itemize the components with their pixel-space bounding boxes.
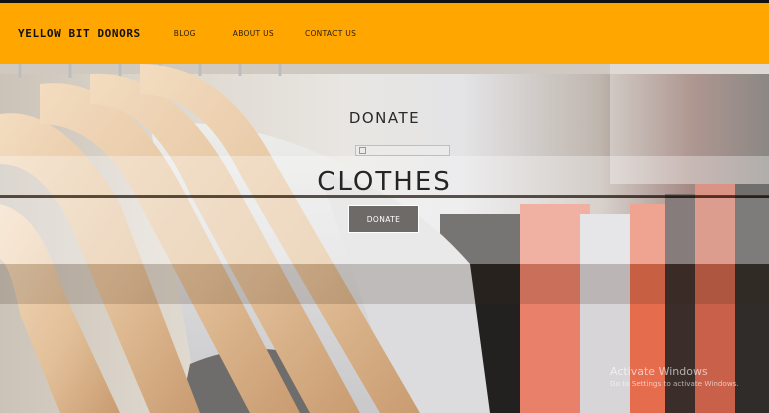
watermark-subtitle: Go to Settings to activate Windows.	[610, 379, 739, 388]
hero-subheading: DONATE	[348, 109, 421, 127]
hero-heading: CLOTHES	[317, 167, 452, 197]
hero-overlay-band	[0, 264, 769, 304]
broken-image-icon	[355, 145, 450, 156]
watermark-title: Activate Windows	[610, 365, 708, 378]
top-navbar: YELLOW BIT DONORS BLOG ABOUT US CONTACT …	[0, 3, 769, 64]
nav-link-contact-us[interactable]: CONTACT US	[305, 29, 356, 38]
windows-activation-watermark: Activate Windows Go to Settings to activ…	[610, 365, 739, 388]
nav-link-blog[interactable]: BLOG	[174, 29, 196, 38]
nav-link-about-us[interactable]: ABOUT US	[233, 29, 274, 38]
brand-logo[interactable]: YELLOW BIT DONORS	[18, 27, 141, 40]
donate-button[interactable]: DONATE	[348, 205, 419, 233]
